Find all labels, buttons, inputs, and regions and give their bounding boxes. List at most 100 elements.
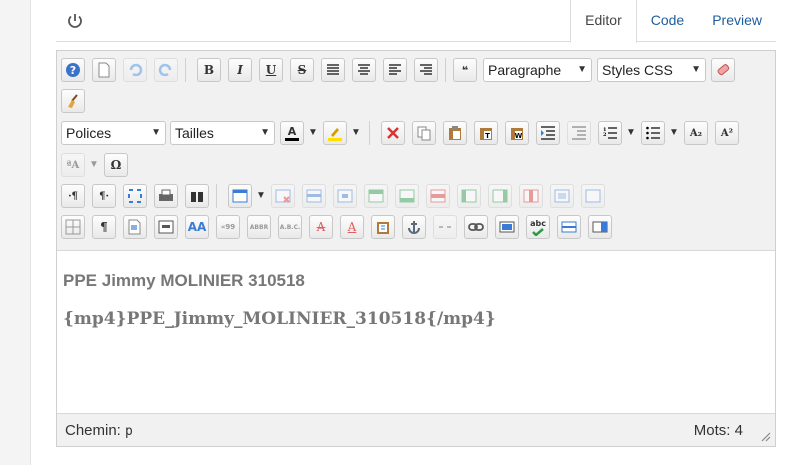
chevron-down-icon[interactable]: ▼ xyxy=(624,121,638,145)
align-center-icon[interactable] xyxy=(352,58,376,82)
show-blocks-button[interactable]: ¶ xyxy=(92,215,116,239)
iframe-icon[interactable] xyxy=(154,215,178,239)
unlink-icon[interactable] xyxy=(433,215,457,239)
insert-col-after-icon[interactable] xyxy=(488,184,512,208)
delete-row-icon[interactable] xyxy=(426,184,450,208)
spellcheck-icon[interactable]: abc xyxy=(526,215,550,239)
content-media-tag: {mp4}PPE_Jimmy_MOLINIER_310518{/mp4} xyxy=(63,309,496,329)
path-label: Chemin: xyxy=(65,422,121,439)
subscript-button[interactable]: A₂ xyxy=(684,121,708,145)
highlight-color-icon[interactable] xyxy=(323,121,347,145)
insert-row-before-icon[interactable] xyxy=(364,184,388,208)
undo-icon[interactable] xyxy=(123,58,147,82)
tab-code[interactable]: Code xyxy=(637,0,698,42)
power-icon[interactable] xyxy=(66,12,84,30)
copy-icon[interactable] xyxy=(412,121,436,145)
div-container-icon[interactable] xyxy=(588,215,612,239)
font-family-select[interactable]: Polices ▼ xyxy=(61,121,166,145)
word-count-label: Mots: xyxy=(693,422,731,439)
chevron-down-icon[interactable]: ▼ xyxy=(306,121,320,145)
chevron-down-icon: ▼ xyxy=(577,64,587,75)
table-icon[interactable] xyxy=(228,184,252,208)
element-path: Chemin: p xyxy=(65,422,133,439)
merge-cells-icon[interactable] xyxy=(581,184,605,208)
paste-icon[interactable] xyxy=(443,121,467,145)
image-icon[interactable] xyxy=(495,215,519,239)
grid-icon[interactable] xyxy=(61,215,85,239)
chevron-down-icon: ▼ xyxy=(260,127,270,138)
cell-props-icon[interactable] xyxy=(333,184,357,208)
template-icon[interactable] xyxy=(123,215,147,239)
styles-select[interactable]: Styles CSS ▼ xyxy=(597,58,706,82)
font-size-select[interactable]: Tailles ▼ xyxy=(170,121,275,145)
underline-button[interactable]: U xyxy=(259,58,283,82)
justify-icon[interactable] xyxy=(321,58,345,82)
outdent-icon[interactable] xyxy=(567,121,591,145)
italic-button[interactable]: I xyxy=(228,58,252,82)
bold-button[interactable]: B xyxy=(197,58,221,82)
align-right-icon[interactable] xyxy=(414,58,438,82)
word-count: Mots: 4 xyxy=(694,422,743,439)
anchor-icon[interactable] xyxy=(402,215,426,239)
format-select[interactable]: Paragraphe ▼ xyxy=(483,58,592,82)
find-icon[interactable] xyxy=(185,184,209,208)
chevron-down-icon[interactable]: ▼ xyxy=(87,153,101,177)
eraser-icon[interactable] xyxy=(711,58,735,82)
svg-text:T: T xyxy=(485,132,490,140)
insert-row-after-icon[interactable] xyxy=(395,184,419,208)
row-props-icon[interactable] xyxy=(302,184,326,208)
status-bar: Chemin: p Mots: 4 xyxy=(57,413,775,446)
svg-text:2: 2 xyxy=(603,132,607,138)
left-rail xyxy=(0,0,31,465)
redo-icon[interactable] xyxy=(154,58,178,82)
horizontal-rule-icon[interactable] xyxy=(557,215,581,239)
svg-text:W: W xyxy=(515,132,523,140)
chevron-down-icon[interactable]: ▼ xyxy=(667,121,681,145)
split-cells-icon[interactable] xyxy=(550,184,574,208)
chevron-down-icon: ▼ xyxy=(151,127,161,138)
align-left-icon[interactable] xyxy=(383,58,407,82)
del-icon[interactable]: A xyxy=(309,215,333,239)
chevron-down-icon: ▼ xyxy=(691,64,701,75)
strikethrough-button[interactable]: S xyxy=(290,58,314,82)
chevron-down-icon[interactable]: ▼ xyxy=(254,184,268,208)
bullet-list-icon[interactable] xyxy=(641,121,665,145)
wysiwyg-editor: ? B I U S ❝ Paragraphe ▼ Styles CSS ▼ Poli… xyxy=(56,50,776,447)
tab-preview[interactable]: Preview xyxy=(698,0,776,42)
numbered-list-icon[interactable]: 12 xyxy=(598,121,622,145)
print-icon[interactable] xyxy=(154,184,178,208)
editor-header: Editor Code Preview xyxy=(56,0,776,43)
word-count-value: 4 xyxy=(734,422,743,439)
superscript-button[interactable]: A² xyxy=(715,121,739,145)
resize-grip-icon[interactable] xyxy=(759,430,771,442)
editor-content[interactable]: PPE Jimmy MOLINIER 310518 {mp4}PPE_Jimmy… xyxy=(57,251,775,413)
quote-text-button[interactable]: «99 xyxy=(216,215,240,239)
rtl-icon[interactable]: ¶· xyxy=(92,184,116,208)
blockquote-button[interactable]: ❝ xyxy=(453,58,477,82)
insert-col-before-icon[interactable] xyxy=(457,184,481,208)
ins-icon[interactable]: A xyxy=(340,215,364,239)
font-size-icon[interactable]: AA xyxy=(185,215,209,239)
attributes-icon[interactable] xyxy=(371,215,395,239)
indent-icon[interactable] xyxy=(536,121,560,145)
text-color-button[interactable]: A xyxy=(280,121,304,145)
delete-table-icon[interactable] xyxy=(271,184,295,208)
ltr-icon[interactable]: ·¶ xyxy=(61,184,85,208)
tab-editor[interactable]: Editor xyxy=(570,0,637,43)
text-direction-icon[interactable]: ªA xyxy=(61,153,85,177)
fullscreen-icon[interactable] xyxy=(123,184,147,208)
abbr-button[interactable]: ABBR xyxy=(247,215,271,239)
paste-text-icon[interactable]: T xyxy=(474,121,498,145)
editor-toolbar: ? B I U S ❝ Paragraphe ▼ Styles CSS ▼ Poli… xyxy=(57,51,775,251)
acronym-button[interactable]: A.B.C. xyxy=(278,215,302,239)
chevron-down-icon[interactable]: ▼ xyxy=(349,121,363,145)
new-page-icon[interactable] xyxy=(92,58,116,82)
broom-icon[interactable] xyxy=(61,89,85,113)
delete-col-icon[interactable] xyxy=(519,184,543,208)
path-value[interactable]: p xyxy=(125,424,133,439)
cut-icon[interactable] xyxy=(381,121,405,145)
paste-word-icon[interactable]: W xyxy=(505,121,529,145)
special-char-button[interactable]: Ω xyxy=(104,153,128,177)
help-icon[interactable]: ? xyxy=(61,58,85,82)
link-icon[interactable] xyxy=(464,215,488,239)
